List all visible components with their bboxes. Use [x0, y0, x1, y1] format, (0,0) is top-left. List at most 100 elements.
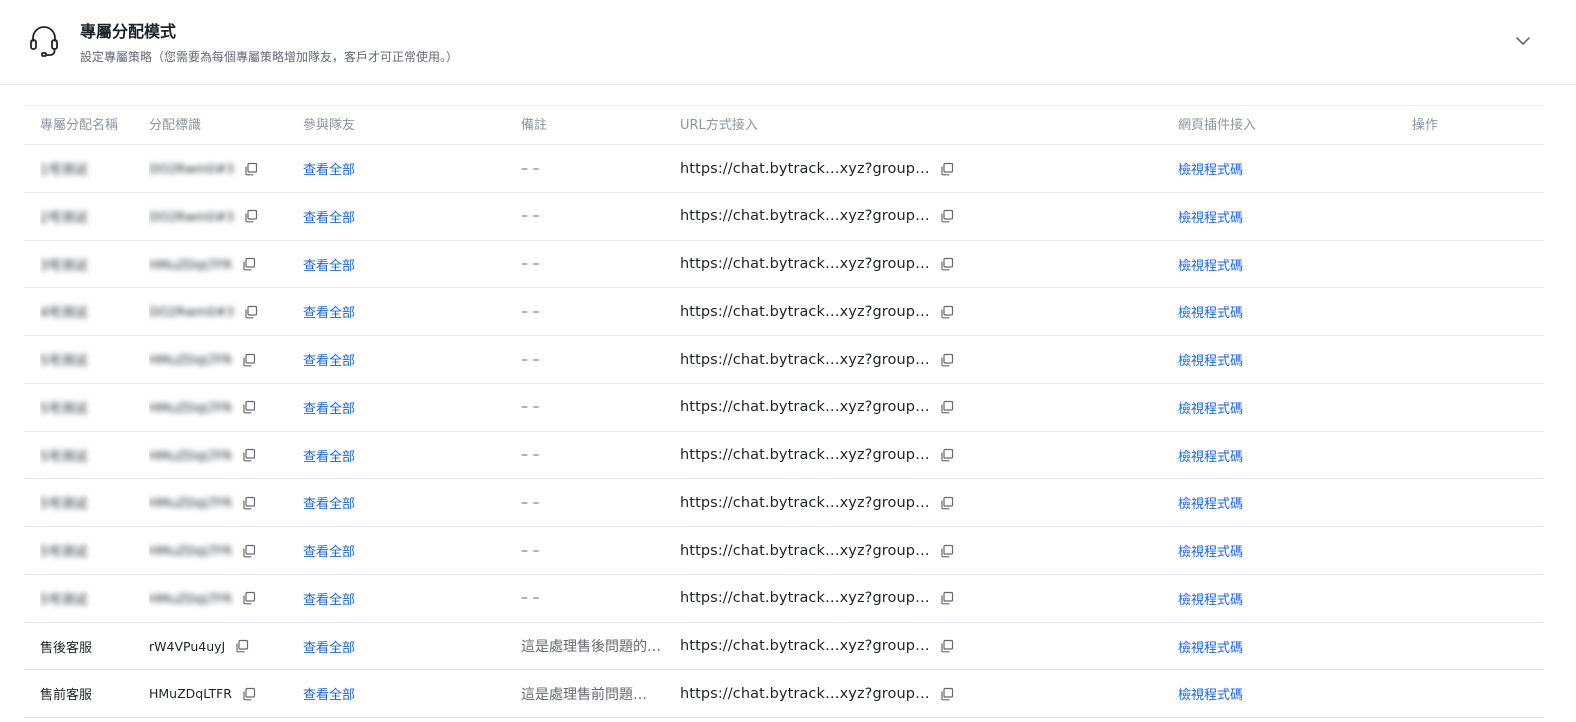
copy-url-icon[interactable]: [940, 257, 954, 271]
copy-url-icon[interactable]: [940, 162, 954, 176]
row-name: 售後客服: [40, 640, 93, 656]
cell-name: 1号测试: [40, 145, 145, 192]
cell-url: https://chat.bytrack…xyz?group…: [680, 527, 1140, 574]
table-row: 售後客服 rW4VPu4uyJ 查看全部 這是處理售後問題的… https://…: [24, 623, 1544, 671]
column-header-id: 分配標識: [149, 118, 202, 133]
view-all-teammates-link[interactable]: 查看全部: [303, 350, 355, 369]
view-code-link[interactable]: 檢視程式碼: [1178, 589, 1243, 608]
view-code-link[interactable]: 檢視程式碼: [1178, 207, 1243, 226]
row-name: 5号测试: [40, 354, 88, 369]
view-all-teammates-link[interactable]: 查看全部: [303, 207, 355, 226]
copy-id-icon[interactable]: [244, 209, 258, 223]
copy-url-icon[interactable]: [940, 496, 954, 510]
row-note: 這是處理售前問題…: [521, 686, 647, 703]
view-code-link[interactable]: 檢視程式碼: [1178, 493, 1243, 512]
table-row: 5号测试 HMuZDqLTFR 查看全部 – – https://chat.by…: [24, 336, 1544, 384]
cell-url: https://chat.bytrack…xyz?group…: [680, 384, 1140, 431]
cell-name: 2号测试: [40, 193, 145, 240]
cell-team: 查看全部: [303, 527, 503, 574]
cell-actions: [1412, 575, 1532, 622]
table-row: 5号测试 HMuZDqLTFR 查看全部 – – https://chat.by…: [24, 575, 1544, 623]
copy-id-icon[interactable]: [242, 687, 256, 701]
cell-name: 5号测试: [40, 384, 145, 431]
page-description: 設定專屬策略（您需要為每個專屬策略增加隊友，客戶才可正常使用。）: [80, 50, 459, 64]
cell-embed: 檢視程式碼: [1178, 384, 1378, 431]
mode-header[interactable]: 專屬分配模式 設定專屬策略（您需要為每個專屬策略增加隊友，客戶才可正常使用。）: [0, 0, 1576, 85]
cell-id: HMuZDqLTFR: [149, 670, 299, 717]
row-url: https://chat.bytrack…xyz?group…: [680, 494, 930, 511]
row-name: 3号测试: [40, 258, 88, 274]
cell-embed: 檢視程式碼: [1178, 241, 1378, 288]
view-all-teammates-link[interactable]: 查看全部: [303, 255, 355, 274]
page-title: 專屬分配模式: [80, 22, 177, 41]
copy-url-icon[interactable]: [940, 591, 954, 605]
copy-id-icon[interactable]: [242, 448, 256, 462]
copy-url-icon[interactable]: [940, 209, 954, 223]
view-all-teammates-link[interactable]: 查看全部: [303, 302, 355, 321]
cell-note: 這是處理售後問題的…: [521, 623, 671, 670]
cell-embed: 檢視程式碼: [1178, 623, 1378, 670]
copy-id-icon[interactable]: [235, 639, 249, 653]
cell-embed: 檢視程式碼: [1178, 575, 1378, 622]
copy-url-icon[interactable]: [940, 687, 954, 701]
copy-id-icon[interactable]: [242, 257, 256, 271]
cell-actions: [1412, 145, 1532, 192]
cell-embed: 檢視程式碼: [1178, 193, 1378, 240]
copy-id-icon[interactable]: [244, 305, 258, 319]
cell-embed: 檢視程式碼: [1178, 479, 1378, 526]
row-id: HMuZDqLTFR: [149, 590, 232, 606]
copy-id-icon[interactable]: [242, 353, 256, 367]
cell-team: 查看全部: [303, 623, 503, 670]
row-note: – –: [521, 208, 540, 225]
view-code-link[interactable]: 檢視程式碼: [1178, 255, 1243, 274]
table-row: 售前客服 HMuZDqLTFR 查看全部 這是處理售前問題… https://c…: [24, 670, 1544, 718]
cell-url: https://chat.bytrack…xyz?group…: [680, 241, 1140, 288]
chevron-down-icon[interactable]: [1513, 32, 1533, 50]
view-code-link[interactable]: 檢視程式碼: [1178, 541, 1243, 560]
view-code-link[interactable]: 檢視程式碼: [1178, 302, 1243, 321]
copy-url-icon[interactable]: [940, 305, 954, 319]
copy-id-icon[interactable]: [242, 544, 256, 558]
view-all-teammates-link[interactable]: 查看全部: [303, 541, 355, 560]
view-code-link[interactable]: 檢視程式碼: [1178, 350, 1243, 369]
view-code-link[interactable]: 檢視程式碼: [1178, 398, 1243, 417]
table-row: 4号测试 DO2Rwm0#3 查看全部 – – https://chat.byt…: [24, 288, 1544, 336]
cell-actions: [1412, 479, 1532, 526]
row-id: HMuZDqLTFR: [149, 686, 232, 702]
view-all-teammates-link[interactable]: 查看全部: [303, 493, 355, 512]
cell-team: 查看全部: [303, 575, 503, 622]
row-note: – –: [521, 494, 540, 511]
view-all-teammates-link[interactable]: 查看全部: [303, 589, 355, 608]
cell-note: – –: [521, 145, 671, 192]
cell-actions: [1412, 432, 1532, 479]
copy-id-icon[interactable]: [242, 591, 256, 605]
view-code-link[interactable]: 檢視程式碼: [1178, 684, 1243, 703]
copy-url-icon[interactable]: [940, 639, 954, 653]
copy-url-icon[interactable]: [940, 353, 954, 367]
copy-url-icon[interactable]: [940, 448, 954, 462]
view-all-teammates-link[interactable]: 查看全部: [303, 684, 355, 703]
cell-actions: [1412, 288, 1532, 335]
copy-id-icon[interactable]: [242, 400, 256, 414]
cell-note: – –: [521, 575, 671, 622]
copy-url-icon[interactable]: [940, 400, 954, 414]
view-code-link[interactable]: 檢視程式碼: [1178, 446, 1243, 465]
view-all-teammates-link[interactable]: 查看全部: [303, 398, 355, 417]
cell-name: 售前客服: [40, 670, 145, 717]
row-name: 售前客服: [40, 688, 93, 704]
view-code-link[interactable]: 檢視程式碼: [1178, 159, 1243, 178]
view-code-link[interactable]: 檢視程式碼: [1178, 637, 1243, 656]
cell-id: HMuZDqLTFR: [149, 384, 299, 431]
copy-id-icon[interactable]: [244, 162, 258, 176]
copy-url-icon[interactable]: [940, 544, 954, 558]
cell-name: 5号测试: [40, 336, 145, 383]
table-row: 3号测试 HMuZDqLTFR 查看全部 – – https://chat.by…: [24, 241, 1544, 289]
row-name: 5号测试: [40, 401, 88, 417]
view-all-teammates-link[interactable]: 查看全部: [303, 446, 355, 465]
view-all-teammates-link[interactable]: 查看全部: [303, 637, 355, 656]
row-name: 5号测试: [40, 545, 88, 560]
copy-id-icon[interactable]: [242, 496, 256, 510]
cell-note: – –: [521, 288, 671, 335]
row-id: DO2Rwm0#3: [149, 304, 234, 320]
view-all-teammates-link[interactable]: 查看全部: [303, 159, 355, 178]
